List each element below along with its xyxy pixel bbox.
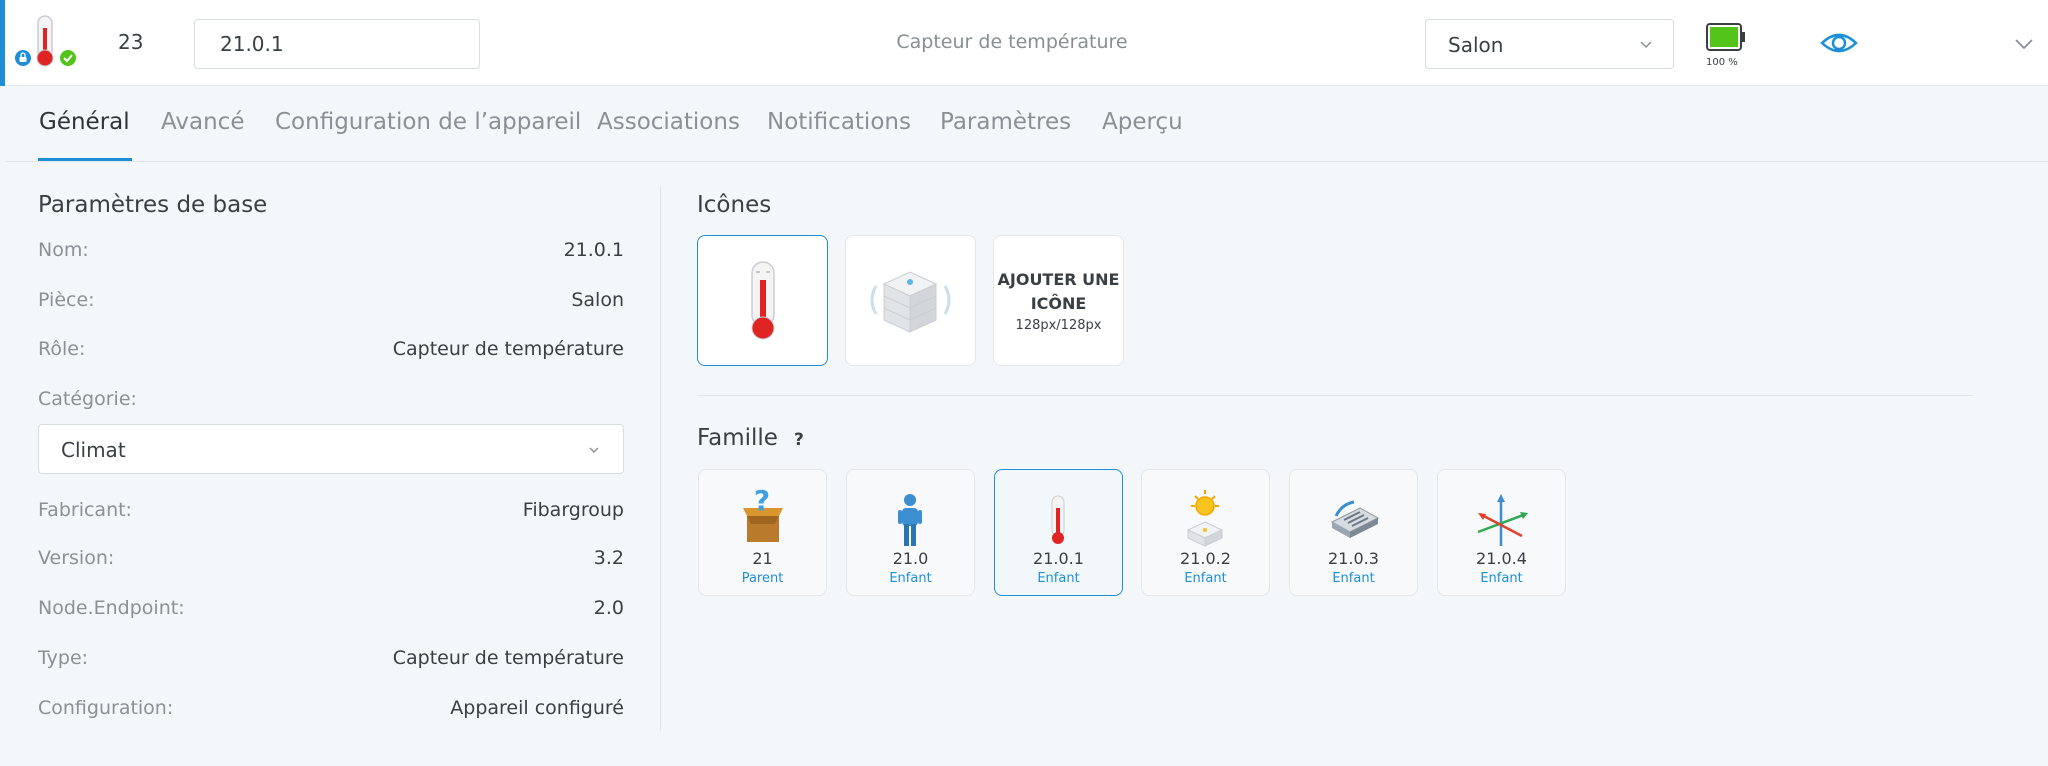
active-tab-indicator [38,158,132,161]
add-icon-label: AJOUTER UNE ICÔNE [997,270,1120,313]
family-item-role: Enfant [1037,571,1080,586]
node-endpoint-label: Node.Endpoint: [38,597,185,619]
tab-advanced[interactable]: Avancé [161,109,244,135]
family-item-role: Enfant [1480,571,1523,586]
family-help-button[interactable]: ? [794,430,804,450]
family-title: Famille [697,425,778,451]
family-item-21-0[interactable]: 21.0 Enfant [846,469,975,596]
chevron-down-icon [589,447,599,453]
family-item-id: 21.0.2 [1180,549,1231,568]
type-label: Type: [38,647,89,669]
name-value: 21.0.1 [563,239,624,261]
thermometer-icon [15,15,76,67]
role-value: Capteur de température [392,338,624,360]
icon-option-device-box[interactable] [845,235,976,366]
name-label: Nom: [38,239,89,261]
category-select-value: Climat [61,438,126,462]
axes-sensor-icon [1477,494,1528,546]
room-label: Pièce: [38,289,95,311]
family-item-parent[interactable]: ? 21 Parent [698,469,827,596]
family-item-id: 21.0 [892,549,929,568]
configuration-value: Appareil configuré [450,697,624,719]
version-label: Version: [38,547,115,569]
room-select-value: Salon [1448,33,1504,57]
person-icon [898,494,922,546]
device-header: 23 Capteur de température Salon 100 % [0,0,2048,86]
family-item-role: Enfant [1184,571,1227,586]
thermometer-icon [751,261,775,340]
family-item-id: 21 [752,549,773,568]
room-select[interactable]: Salon [1425,19,1674,69]
family-item-role: Enfant [1332,571,1375,586]
device-name-input[interactable] [194,19,480,69]
version-value: 3.2 [593,547,624,569]
eye-icon[interactable] [1820,28,1858,58]
family-item-id: 21.0.4 [1476,549,1527,568]
section-divider [697,395,1973,396]
selected-accent-bar [0,0,5,86]
category-select[interactable]: Climat [38,424,624,474]
chevron-down-icon[interactable] [2014,36,2034,52]
family-item-21-0-2[interactable]: 21.0.2 Enfant [1141,469,1270,596]
room-value: Salon [571,289,624,311]
check-badge-icon [60,50,76,66]
chevron-down-icon [1640,41,1652,49]
family-item-role: Enfant [889,571,932,586]
manufacturer-label: Fabricant: [38,499,132,521]
type-value: Capteur de température [392,647,624,669]
category-label: Catégorie: [38,388,137,410]
icons-title: Icônes [697,192,772,218]
family-item-21-0-3[interactable]: 21.0.3 Enfant [1289,469,1418,596]
family-item-id: 21.0.3 [1328,549,1379,568]
tab-associations[interactable]: Associations [597,109,740,135]
family-item-21-0-4[interactable]: 21.0.4 Enfant [1437,469,1566,596]
tab-device-configuration[interactable]: Configuration de l’appareil [275,109,581,135]
device-box-icon [870,271,951,333]
device-icon [1330,500,1380,538]
node-endpoint-value: 2.0 [593,597,624,619]
family-item-role: Parent [741,571,784,586]
add-icon-button[interactable]: AJOUTER UNE ICÔNE 128px/128px [993,235,1124,366]
basic-params-title: Paramètres de base [38,192,268,218]
light-sensor-icon [1186,490,1224,547]
thermometer-icon [1051,495,1065,544]
panel-divider [660,186,661,731]
add-icon-size: 128px/128px [1015,318,1102,333]
tab-preview[interactable]: Aperçu [1102,109,1183,135]
parent-box-icon: ? [743,484,783,542]
role-label: Rôle: [38,338,86,360]
tab-notifications[interactable]: Notifications [767,109,911,135]
configuration-label: Configuration: [38,697,174,719]
battery-icon [1706,23,1745,51]
family-item-21-0-1[interactable]: 21.0.1 Enfant [994,469,1123,596]
svg-text:?: ? [754,484,770,517]
lock-badge-icon [15,50,31,66]
tab-parameters[interactable]: Paramètres [940,109,1071,135]
family-item-id: 21.0.1 [1033,549,1084,568]
device-role-label: Capteur de température [896,31,1128,53]
battery-percent: 100 % [1706,57,1738,68]
icon-option-thermometer[interactable] [697,235,828,366]
manufacturer-value: Fibargroup [522,499,624,521]
tab-general[interactable]: Général [39,109,130,135]
device-id: 23 [118,30,144,54]
tab-bar: Général Avancé Configuration de l’appare… [5,87,2048,162]
